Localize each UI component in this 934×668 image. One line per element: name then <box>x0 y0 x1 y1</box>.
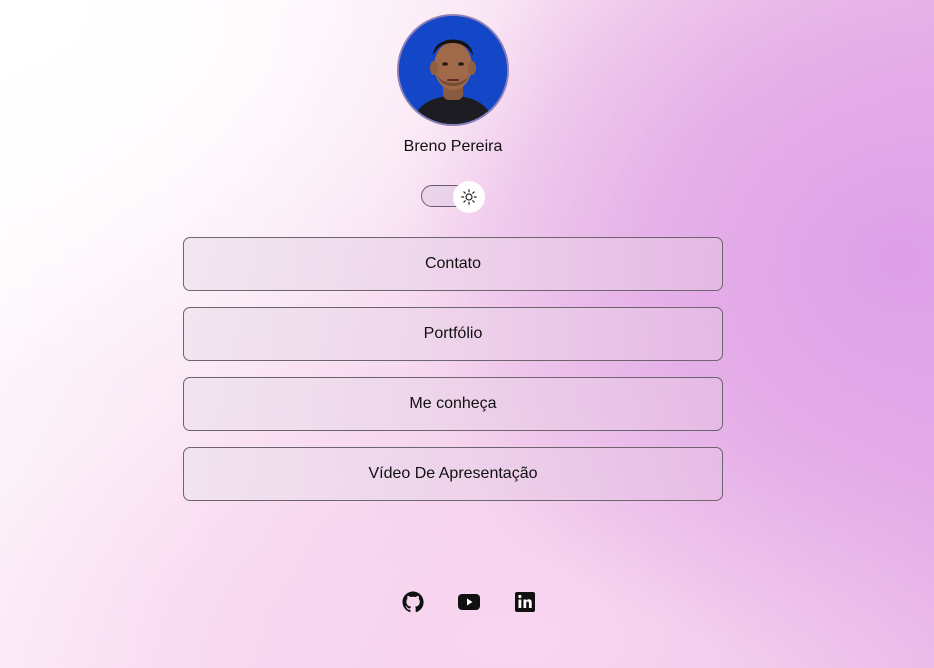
me-conheca-button[interactable]: Me conheça <box>183 377 723 431</box>
avatar <box>397 14 509 126</box>
github-icon[interactable] <box>401 590 425 614</box>
youtube-icon[interactable] <box>457 590 481 614</box>
sun-icon <box>461 189 477 205</box>
profile-photo <box>399 16 507 124</box>
social-links <box>401 590 537 614</box>
portfolio-button[interactable]: Portfólio <box>183 307 723 361</box>
profile-name: Breno Pereira <box>403 138 503 155</box>
linkedin-icon[interactable] <box>513 590 537 614</box>
video-apresentacao-button[interactable]: Vídeo De Apresentação <box>183 447 723 501</box>
contato-button[interactable]: Contato <box>183 237 723 291</box>
theme-toggle-knob[interactable] <box>453 181 485 213</box>
link-page: Breno Pereira Contato Portfólio Me conhe… <box>0 0 934 668</box>
